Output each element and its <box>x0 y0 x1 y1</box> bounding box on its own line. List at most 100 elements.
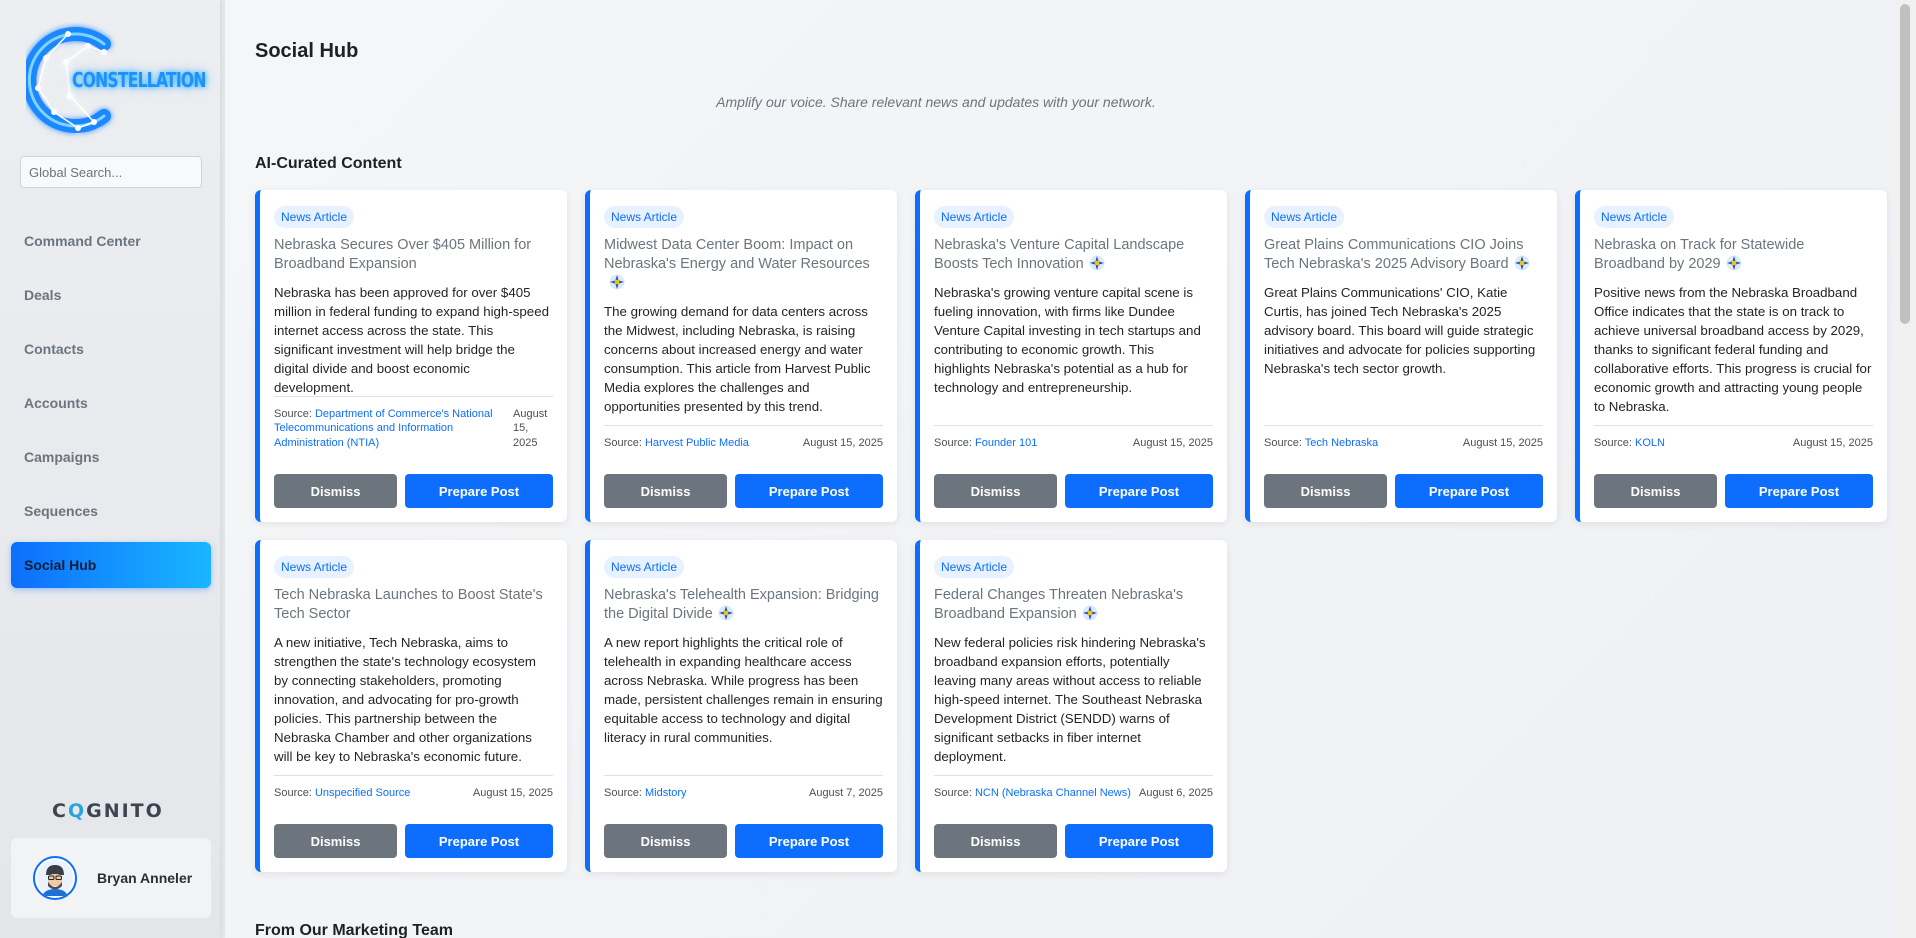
source-link[interactable]: KOLN <box>1635 437 1665 449</box>
card-title[interactable]: Nebraska on Track for Statewide Broadban… <box>1594 236 1873 274</box>
sidebar-item-label: Deals <box>24 287 62 303</box>
card-title[interactable]: Tech Nebraska Launches to Boost State's … <box>274 586 553 624</box>
card-title[interactable]: Federal Changes Threaten Nebraska's Broa… <box>934 586 1213 624</box>
logo-text: CONSTELLATION <box>72 68 206 92</box>
prepare-post-button[interactable]: Prepare Post <box>405 474 553 508</box>
card-date: August 15, 2025 <box>1792 436 1873 449</box>
card-title-text: Great Plains Communications CIO Joins Te… <box>1264 237 1524 272</box>
page-scrollbar[interactable] <box>1896 0 1916 938</box>
card-actions: Dismiss Prepare Post <box>604 824 883 858</box>
global-search-input[interactable] <box>20 156 202 188</box>
card-summary: A new report highlights the critical rol… <box>604 635 883 745</box>
news-article-badge: News Article <box>274 556 355 578</box>
news-article-badge: News Article <box>934 206 1015 228</box>
dismiss-button[interactable]: Dismiss <box>604 824 727 858</box>
card-title-text: Nebraska on Track for Statewide Broadban… <box>1594 237 1805 272</box>
main-content: Social Hub Amplify our voice. Share rele… <box>225 0 1896 938</box>
dismiss-button[interactable]: Dismiss <box>934 474 1057 508</box>
user-name: Bryan Anneler <box>97 870 193 886</box>
sidebar-item-contacts[interactable]: Contacts <box>11 326 211 372</box>
cognito-logo-text-start: C <box>52 800 68 822</box>
card-source: Source: Department of Commerce's Nationa… <box>274 407 499 451</box>
card-date: August 15, 2025 <box>472 786 553 799</box>
content-card: News Article Nebraska's Venture Capital L… <box>915 190 1227 522</box>
sidebar-item-campaigns[interactable]: Campaigns <box>11 434 211 480</box>
source-link[interactable]: Unspecified Source <box>315 787 410 799</box>
card-summary: Positive news from the Nebraska Broadban… <box>1594 285 1872 414</box>
source-link[interactable]: Founder 101 <box>975 437 1037 449</box>
dismiss-button[interactable]: Dismiss <box>274 824 397 858</box>
card-source: Source: KOLN <box>1594 436 1665 451</box>
prepare-post-button[interactable]: Prepare Post <box>405 824 553 858</box>
content-card: News Article Federal Changes Threaten Neb… <box>915 540 1227 872</box>
card-title-text: Tech Nebraska Launches to Boost State's … <box>274 587 543 622</box>
page-tagline: Amplify our voice. Share relevant news a… <box>716 94 1156 110</box>
news-article-badge: News Article <box>274 206 355 228</box>
prepare-post-button[interactable]: Prepare Post <box>735 474 883 508</box>
scrollbar-thumb[interactable] <box>1900 4 1910 324</box>
dismiss-button[interactable]: Dismiss <box>1264 474 1387 508</box>
ai-sparkle-icon <box>1726 255 1742 271</box>
source-link[interactable]: NCN (Nebraska Channel News) <box>975 787 1131 799</box>
card-footer: Source: Department of Commerce's Nationa… <box>274 395 553 451</box>
content-card: News Article Tech Nebraska Launches to Bo… <box>255 540 567 872</box>
news-article-badge: News Article <box>604 206 685 228</box>
user-avatar-icon <box>37 860 73 896</box>
card-date: August 15, 2025 <box>1462 436 1543 449</box>
card-footer: Source: Founder 101 August 15, 2025 <box>934 424 1213 451</box>
prepare-post-button[interactable]: Prepare Post <box>1725 474 1873 508</box>
cognito-logo-text-end: GNITO <box>86 800 164 822</box>
card-title-text: Nebraska Secures Over $405 Million for B… <box>274 237 532 272</box>
card-footer: Source: NCN (Nebraska Channel News) Augus… <box>934 774 1213 801</box>
card-title[interactable]: Nebraska's Venture Capital Landscape Boo… <box>934 236 1213 274</box>
source-prefix: Source: <box>1264 436 1302 449</box>
content-card: News Article Nebraska's Telehealth Expans… <box>585 540 897 872</box>
section-title-ai-curated: AI-Curated Content <box>255 155 402 172</box>
prepare-post-button[interactable]: Prepare Post <box>1065 824 1213 858</box>
card-title[interactable]: Nebraska Secures Over $405 Million for B… <box>274 236 553 274</box>
constellation-logo[interactable]: CONSTELLATION <box>26 22 206 140</box>
card-title[interactable]: Midwest Data Center Boom: Impact on Nebr… <box>604 236 883 293</box>
card-summary: A new initiative, Tech Nebraska, aims to… <box>274 635 536 764</box>
avatar <box>33 856 77 900</box>
sidebar-item-sequences[interactable]: Sequences <box>11 488 211 534</box>
ai-sparkle-icon <box>1082 605 1098 621</box>
dismiss-button[interactable]: Dismiss <box>934 824 1057 858</box>
prepare-post-button[interactable]: Prepare Post <box>1065 474 1213 508</box>
card-title-text: Midwest Data Center Boom: Impact on Nebr… <box>604 237 870 272</box>
content-card: News Article Great Plains Communications … <box>1245 190 1557 522</box>
source-prefix: Source: <box>934 436 972 449</box>
source-link[interactable]: Tech Nebraska <box>1305 437 1378 449</box>
source-prefix: Source: <box>274 786 312 799</box>
sidebar-item-social-hub[interactable]: Social Hub <box>11 542 211 588</box>
card-source: Source: Founder 101 <box>934 436 1037 451</box>
dismiss-button[interactable]: Dismiss <box>274 474 397 508</box>
sidebar-item-deals[interactable]: Deals <box>11 272 211 318</box>
cognito-logo-q: Q <box>67 800 87 822</box>
sidebar-item-label: Social Hub <box>24 557 97 573</box>
card-summary: Great Plains Communications' CIO, Katie … <box>1264 285 1536 376</box>
page-title: Social Hub <box>255 40 359 62</box>
prepare-post-button[interactable]: Prepare Post <box>1395 474 1543 508</box>
card-footer: Source: KOLN August 15, 2025 <box>1594 424 1873 451</box>
sidebar-nav: Command Center Deals Contacts Accounts C… <box>11 218 211 596</box>
sidebar-item-accounts[interactable]: Accounts <box>11 380 211 426</box>
user-profile-card[interactable]: Bryan Anneler <box>11 838 211 918</box>
card-footer: Source: Tech Nebraska August 15, 2025 <box>1264 424 1543 451</box>
prepare-post-button[interactable]: Prepare Post <box>735 824 883 858</box>
card-title[interactable]: Great Plains Communications CIO Joins Te… <box>1264 236 1543 274</box>
dismiss-button[interactable]: Dismiss <box>604 474 727 508</box>
card-actions: Dismiss Prepare Post <box>604 474 883 508</box>
dismiss-button[interactable]: Dismiss <box>1594 474 1717 508</box>
source-link[interactable]: Midstory <box>645 787 687 799</box>
card-source: Source: Unspecified Source <box>274 786 410 801</box>
news-article-badge: News Article <box>604 556 685 578</box>
source-prefix: Source: <box>934 786 972 799</box>
news-article-badge: News Article <box>1264 206 1345 228</box>
sidebar: CONSTELLATION Command Center Deals Conta… <box>0 0 221 938</box>
card-title[interactable]: Nebraska's Telehealth Expansion: Bridgin… <box>604 586 883 624</box>
ai-sparkle-icon <box>718 605 734 621</box>
source-link[interactable]: Harvest Public Media <box>645 437 749 449</box>
sidebar-item-command-center[interactable]: Command Center <box>11 218 211 264</box>
cognito-logo: CQGNITO <box>52 800 164 822</box>
